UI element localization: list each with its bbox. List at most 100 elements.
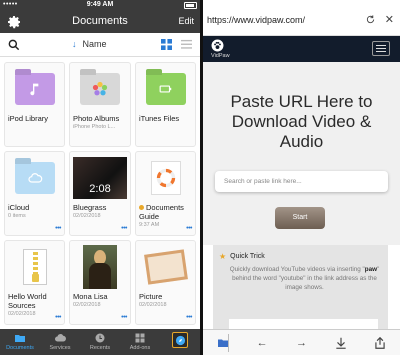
quick-trick-title: Quick Trick <box>230 253 265 260</box>
browser-tab-frame <box>172 332 188 348</box>
url-text[interactable]: https://www.vidpaw.com/ <box>207 15 305 25</box>
add-ons-icon <box>135 333 145 343</box>
paw-logo-icon[interactable] <box>211 39 224 52</box>
lifebuoy-icon <box>150 161 181 195</box>
search-icon[interactable] <box>7 38 21 52</box>
zip-thumb <box>8 244 61 290</box>
folder-thumb <box>139 66 192 112</box>
clock-icon <box>95 333 105 343</box>
quick-trick-heading: ★ Quick Trick <box>219 252 265 261</box>
file-toolbar: ↓ Name <box>0 33 200 57</box>
close-icon[interactable]: ✕ <box>385 13 394 26</box>
file-tile[interactable]: iCloud 0 items ••• <box>4 151 65 236</box>
more-options-icon[interactable]: ••• <box>121 225 127 232</box>
file-name: iCloud <box>8 203 30 212</box>
file-tile[interactable]: Hello World Sources 02/02/2018 ••• <box>4 240 65 325</box>
file-name: iPod Library <box>8 114 49 123</box>
grid-view-icon[interactable] <box>161 39 172 50</box>
file-name: Picture <box>139 292 163 301</box>
file-name: Hello World Sources <box>8 292 47 310</box>
quick-trick-panel: ★ Quick Trick Quickly download YouTube v… <box>213 245 388 331</box>
tab-recents[interactable]: Recents <box>80 332 120 351</box>
unread-dot <box>139 205 144 210</box>
status-time: 9:49 AM <box>86 1 114 8</box>
tab-add-ons[interactable]: Add-ons <box>120 332 160 351</box>
tab-label: Recents <box>89 345 111 351</box>
site-header: VidPaw <box>203 36 400 62</box>
file-tile[interactable]: iTunes Files <box>135 62 196 147</box>
image-thumb <box>73 244 127 290</box>
brand-name: VidPaw <box>211 53 230 59</box>
file-subtitle: 9:37 AM <box>139 222 160 228</box>
forward-arrow-icon[interactable]: → <box>294 336 308 350</box>
more-options-icon[interactable]: ••• <box>55 314 61 321</box>
sort-control[interactable]: ↓ Name <box>72 39 107 49</box>
tab-documents[interactable]: Documents <box>0 332 40 351</box>
file-name: Photo Albums <box>73 114 120 123</box>
start-button[interactable]: Start <box>275 207 325 229</box>
tab-label: Add-ons <box>129 345 151 351</box>
file-name: iTunes Files <box>139 114 180 123</box>
back-arrow-icon[interactable]: ← <box>255 336 269 350</box>
file-name: Documents Guide <box>139 203 192 221</box>
file-tile[interactable]: Mona Lisa 02/02/2018 ••• <box>69 240 131 325</box>
file-tile[interactable]: iPod Library <box>4 62 65 147</box>
status-bar: ••••• 9:49 AM <box>0 0 200 11</box>
sort-label: Name <box>82 39 107 49</box>
file-tile[interactable]: Picture 02/02/2018 ••• <box>135 240 196 325</box>
file-tile[interactable]: Photo Albums iPhone Photo L... <box>69 62 131 147</box>
itunes-folder-icon <box>145 73 186 105</box>
file-tile[interactable]: Documents Guide 9:37 AM ••• <box>135 151 196 236</box>
tab-services[interactable]: Services <box>40 332 80 351</box>
more-options-icon[interactable]: ••• <box>121 314 127 321</box>
guide-thumb <box>139 155 192 201</box>
picture-icon <box>143 249 188 285</box>
more-options-icon[interactable]: ••• <box>55 225 61 232</box>
painting-thumbnail <box>83 245 117 289</box>
address-bar[interactable]: https://www.vidpaw.com/ ✕ <box>203 0 400 36</box>
video-thumb: 2:08 <box>73 155 127 201</box>
toolbar-separator <box>228 334 229 352</box>
tab-bar: Documents Services Recents Add-ons <box>0 329 200 355</box>
folder-thumb <box>8 66 61 112</box>
quick-trick-text-start: Quickly download YouTube videos via inse… <box>229 266 365 273</box>
documents-app: ••••• 9:49 AM Documents Edit ↓ Name iPod… <box>0 0 200 355</box>
file-subtitle: 02/02/2018 <box>73 213 101 219</box>
hero-title: Paste URL Here to Download Video & Audio <box>230 92 373 151</box>
hamburger-menu-icon[interactable] <box>372 41 390 56</box>
star-icon: ★ <box>219 252 227 261</box>
music-folder-icon <box>14 73 55 105</box>
file-subtitle: 02/02/2018 <box>8 311 36 317</box>
share-icon[interactable] <box>373 336 387 350</box>
download-icon[interactable] <box>334 336 348 350</box>
tab-label: Services <box>49 345 71 351</box>
file-tile[interactable]: 2:08 Bluegrass 02/02/2018 ••• <box>69 151 131 236</box>
file-name: Bluegrass <box>73 203 107 212</box>
zip-icon <box>22 249 47 285</box>
tab-label: Documents <box>6 345 34 351</box>
tab-browser[interactable] <box>160 332 200 348</box>
file-grid: iPod Library Photo Albums iPhone Photo L… <box>0 57 200 329</box>
edit-button[interactable]: Edit <box>178 16 194 26</box>
cloud-icon <box>55 334 66 342</box>
video-duration: 2:08 <box>89 183 111 195</box>
page-title: Documents <box>72 15 128 27</box>
folder-thumb <box>8 155 61 201</box>
sort-arrow-icon: ↓ <box>72 39 77 49</box>
reload-icon[interactable] <box>365 14 376 25</box>
more-options-icon[interactable]: ••• <box>186 314 192 321</box>
folder-icon <box>15 335 25 342</box>
list-view-icon[interactable] <box>181 39 192 50</box>
file-subtitle: 0 items <box>8 213 26 219</box>
url-input[interactable]: Search or paste link here... <box>215 171 388 192</box>
nav-bar: Documents Edit <box>0 11 200 33</box>
browser-toolbar: ← → <box>203 329 400 355</box>
file-name-text: Documents Guide <box>139 203 184 221</box>
folder-thumb <box>73 66 127 112</box>
hero-section: Paste URL Here to Download Video & Audio… <box>203 62 400 245</box>
browser-app: https://www.vidpaw.com/ ✕ VidPaw Paste U… <box>203 0 400 355</box>
quick-trick-keyword: paw <box>364 266 378 273</box>
file-name: Mona Lisa <box>73 292 108 301</box>
video-thumbnail: 2:08 <box>73 157 127 199</box>
more-options-icon[interactable]: ••• <box>186 225 192 232</box>
